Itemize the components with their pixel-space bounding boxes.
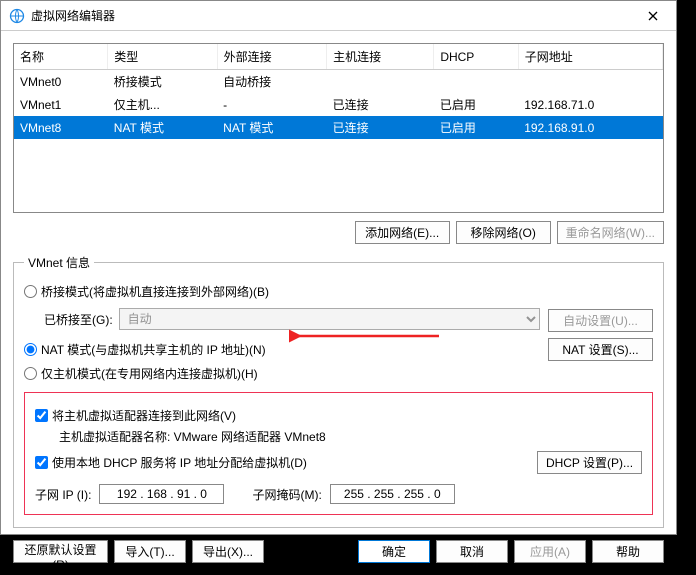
check-connect-host[interactable]	[35, 409, 48, 422]
col-host[interactable]: 主机连接	[327, 44, 434, 70]
nat-settings-button[interactable]: NAT 设置(S)...	[548, 338, 653, 361]
radio-nat-label: NAT 模式(与虚拟机共享主机的 IP 地址)(N)	[41, 341, 266, 358]
dhcp-settings-button[interactable]: DHCP 设置(P)...	[537, 451, 642, 474]
network-buttons-row: 添加网络(E)... 移除网络(O) 重命名网络(W)...	[13, 221, 664, 244]
col-type[interactable]: 类型	[108, 44, 217, 70]
cell-type: NAT 模式	[108, 116, 217, 139]
cell-subnet: 192.168.91.0	[518, 116, 662, 139]
ok-button[interactable]: 确定	[358, 540, 430, 563]
radio-bridge[interactable]	[24, 285, 37, 298]
cell-dhcp	[434, 70, 518, 94]
virtual-network-editor-window: 虚拟网络编辑器 名称 类型 外部连接 主机连接 DHCP 子网地址	[0, 0, 677, 535]
close-button[interactable]	[638, 2, 668, 30]
titlebar: 虚拟网络编辑器	[1, 1, 676, 31]
table-row[interactable]: VMnet1 仅主机... - 已连接 已启用 192.168.71.0	[14, 93, 663, 116]
check-use-dhcp[interactable]	[35, 456, 48, 469]
cancel-button[interactable]: 取消	[436, 540, 508, 563]
restore-defaults-button[interactable]: 还原默认设置(R)	[13, 540, 108, 563]
subnet-ip-input[interactable]	[99, 484, 224, 504]
vmnet-info-fieldset: VMnet 信息 桥接模式(将虚拟机直接连接到外部网络)(B) 已桥接至(G):…	[13, 254, 664, 528]
cell-subnet: 192.168.71.0	[518, 93, 662, 116]
cell-host	[327, 70, 434, 94]
remove-network-button[interactable]: 移除网络(O)	[456, 221, 551, 244]
radio-bridge-label: 桥接模式(将虚拟机直接连接到外部网络)(B)	[41, 283, 269, 300]
cell-name: VMnet0	[14, 70, 108, 94]
bridge-to-select: 自动	[119, 308, 540, 330]
window-title: 虚拟网络编辑器	[31, 7, 638, 24]
col-subnet[interactable]: 子网地址	[518, 44, 662, 70]
cell-type: 仅主机...	[108, 93, 217, 116]
cell-ext: NAT 模式	[217, 116, 326, 139]
cell-subnet	[518, 70, 662, 94]
col-name[interactable]: 名称	[14, 44, 108, 70]
radio-hostonly-label: 仅主机模式(在专用网络内连接虚拟机)(H)	[41, 365, 258, 382]
cell-name: VMnet8	[14, 116, 108, 139]
rename-network-button: 重命名网络(W)...	[557, 221, 664, 244]
subnet-mask-label: 子网掩码(M):	[252, 486, 321, 503]
cell-ext: -	[217, 93, 326, 116]
export-button[interactable]: 导出(X)...	[192, 540, 264, 563]
table-row[interactable]: VMnet0 桥接模式 自动桥接	[14, 70, 663, 94]
check-connect-host-label: 将主机虚拟适配器连接到此网络(V)	[52, 407, 236, 424]
adapter-name-label: 主机虚拟适配器名称: VMware 网络适配器 VMnet8	[59, 428, 642, 445]
subnet-mask-input[interactable]	[330, 484, 455, 504]
cell-type: 桥接模式	[108, 70, 217, 94]
col-ext[interactable]: 外部连接	[217, 44, 326, 70]
col-dhcp[interactable]: DHCP	[434, 44, 518, 70]
cell-dhcp: 已启用	[434, 93, 518, 116]
radio-hostonly[interactable]	[24, 367, 37, 380]
fieldset-legend: VMnet 信息	[24, 254, 94, 271]
cell-dhcp: 已启用	[434, 116, 518, 139]
cell-ext: 自动桥接	[217, 70, 326, 94]
help-button[interactable]: 帮助	[592, 540, 664, 563]
network-table[interactable]: 名称 类型 外部连接 主机连接 DHCP 子网地址 VMnet0 桥接模式 自动…	[13, 43, 664, 213]
table-row-selected[interactable]: VMnet8 NAT 模式 NAT 模式 已连接 已启用 192.168.91.…	[14, 116, 663, 139]
import-button[interactable]: 导入(T)...	[114, 540, 186, 563]
radio-nat[interactable]	[24, 343, 37, 356]
check-use-dhcp-label: 使用本地 DHCP 服务将 IP 地址分配给虚拟机(D)	[52, 454, 307, 471]
cell-host: 已连接	[327, 116, 434, 139]
highlighted-box: 将主机虚拟适配器连接到此网络(V) 主机虚拟适配器名称: VMware 网络适配…	[24, 392, 653, 515]
apply-button: 应用(A)	[514, 540, 586, 563]
cell-name: VMnet1	[14, 93, 108, 116]
add-network-button[interactable]: 添加网络(E)...	[355, 221, 450, 244]
bridge-to-label: 已桥接至(G):	[44, 311, 113, 328]
auto-settings-button: 自动设置(U)...	[548, 309, 653, 332]
content-area: 名称 类型 外部连接 主机连接 DHCP 子网地址 VMnet0 桥接模式 自动…	[1, 31, 676, 575]
dialog-buttons-row: 还原默认设置(R) 导入(T)... 导出(X)... 确定 取消 应用(A) …	[13, 540, 664, 563]
app-icon	[9, 8, 25, 24]
subnet-ip-label: 子网 IP (I):	[35, 486, 91, 503]
cell-host: 已连接	[327, 93, 434, 116]
